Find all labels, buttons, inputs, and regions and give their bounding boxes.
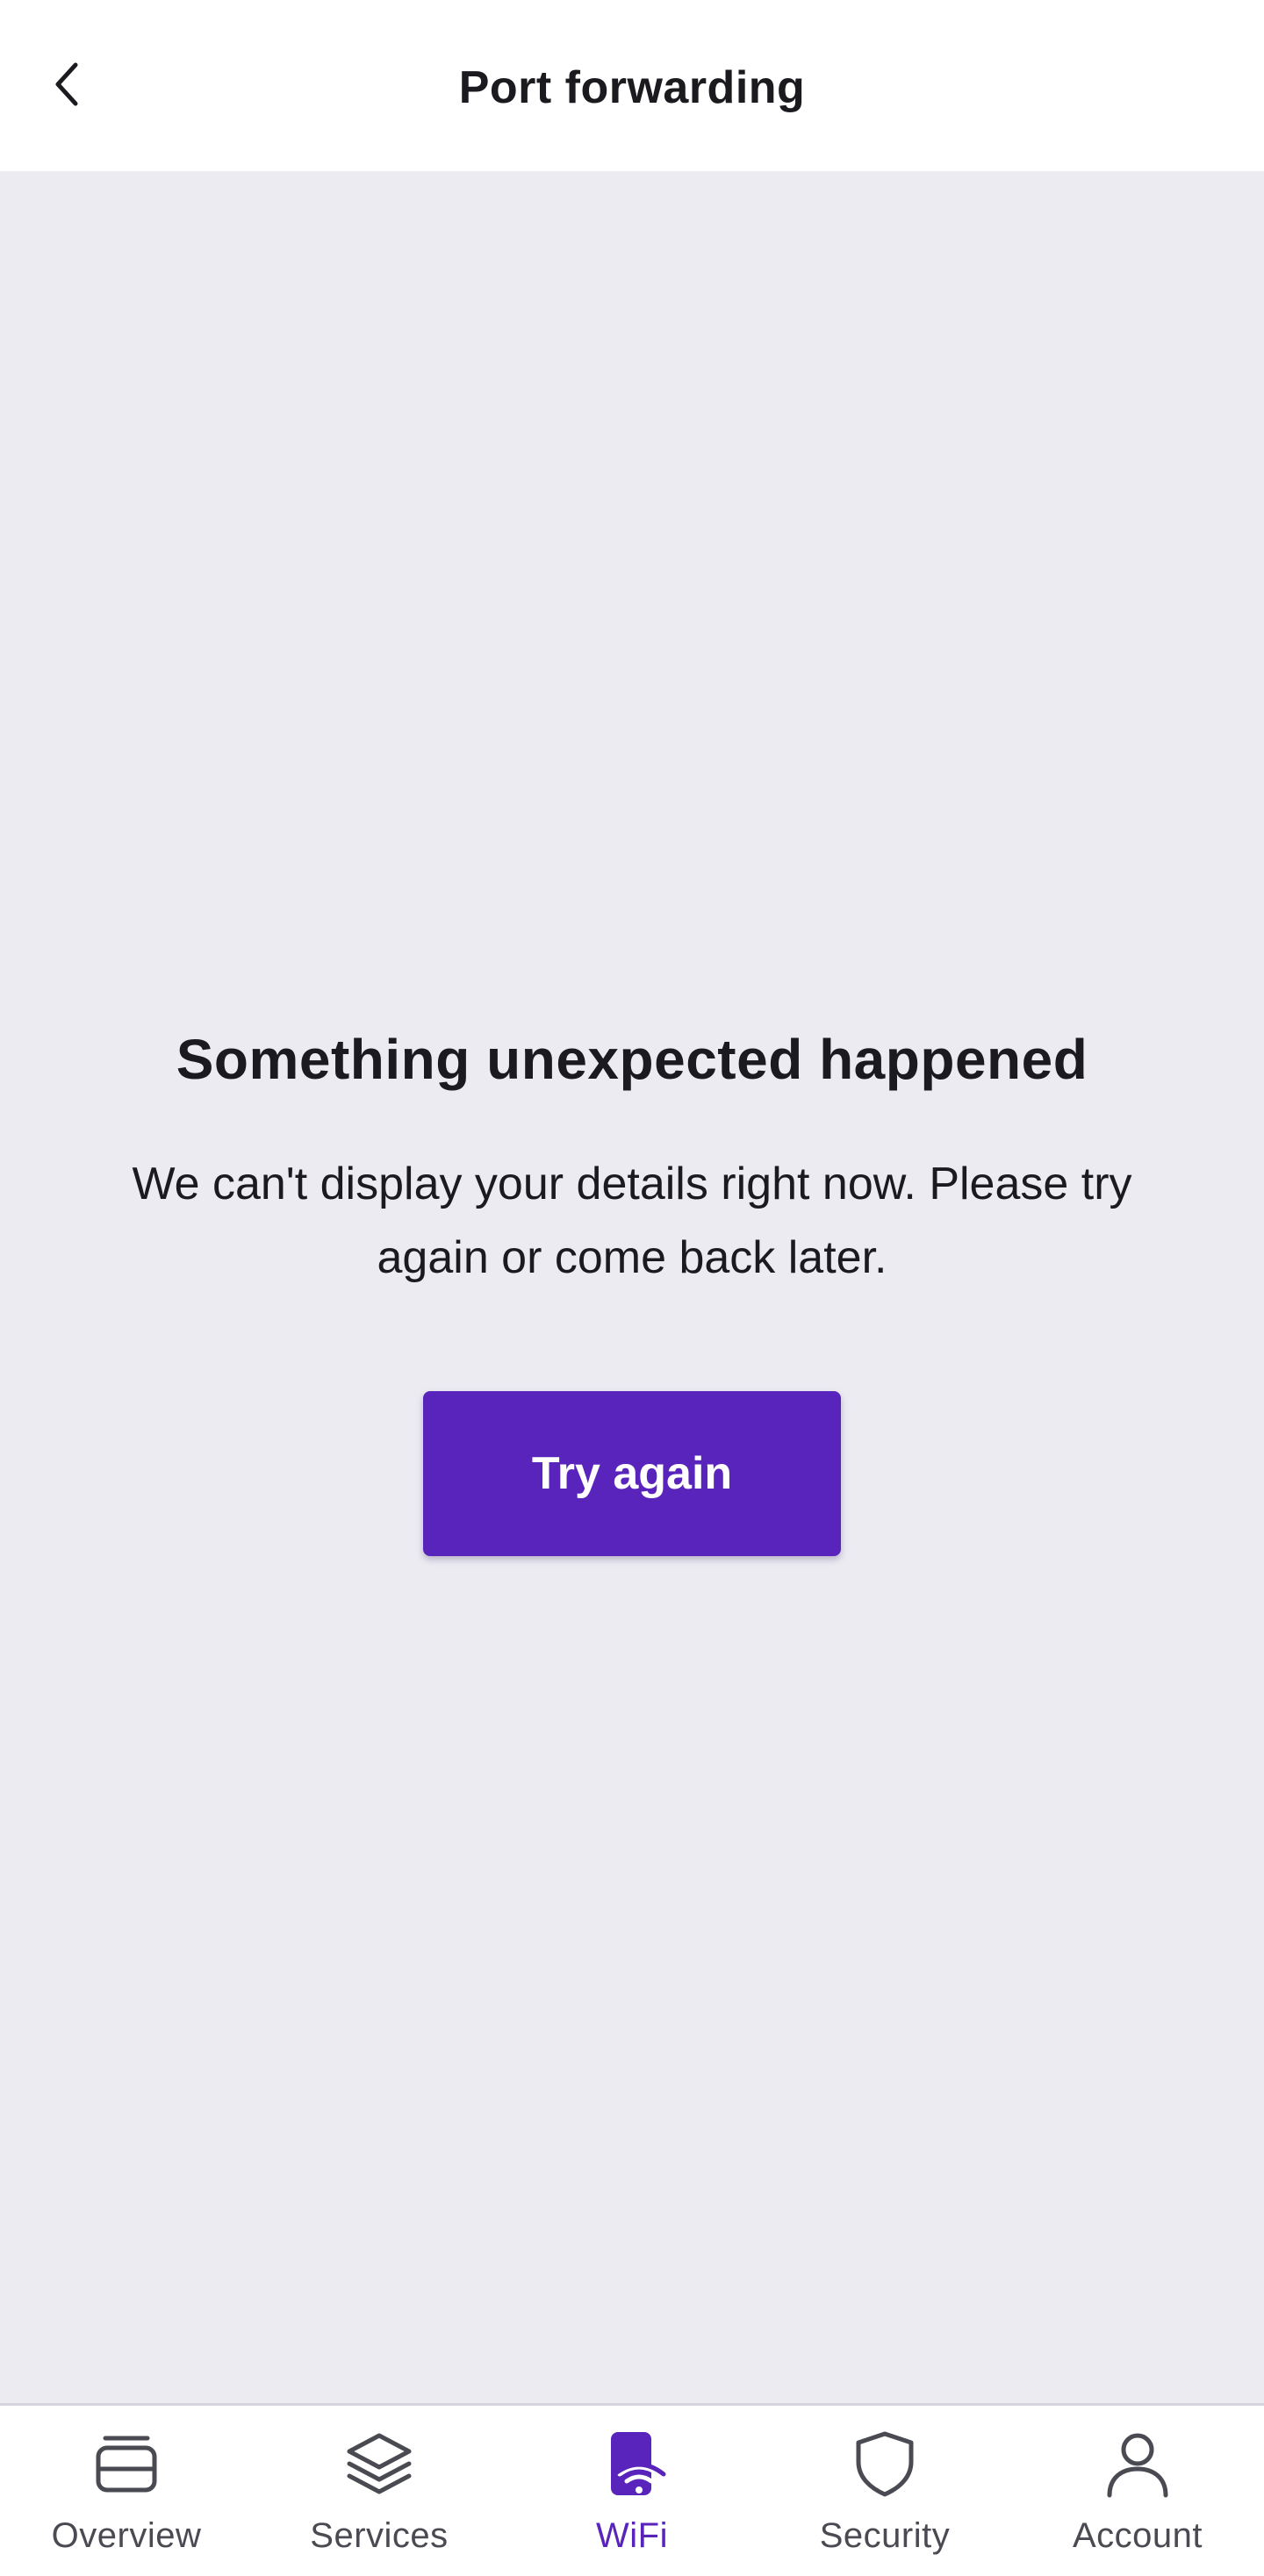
nav-item-wifi[interactable]: WiFi — [506, 2406, 758, 2576]
wifi-phone-icon — [611, 2432, 666, 2495]
overview-icon — [96, 2436, 157, 2493]
main-content: Something unexpected happened We can't d… — [0, 171, 1264, 2403]
nav-item-overview[interactable]: Overview — [0, 2406, 253, 2576]
nav-item-account[interactable]: Account — [1011, 2406, 1264, 2576]
try-again-button[interactable]: Try again — [423, 1391, 841, 1556]
error-title: Something unexpected happened — [176, 1028, 1088, 1091]
nav-item-security[interactable]: Security — [758, 2406, 1011, 2576]
bottom-nav: Overview Services WiFi Security Account — [0, 2403, 1264, 2576]
layers-icon — [347, 2433, 412, 2494]
page-title: Port forwarding — [458, 62, 806, 113]
nav-label-account: Account — [1072, 2516, 1203, 2555]
nav-item-services[interactable]: Services — [253, 2406, 506, 2576]
nav-label-services: Services — [310, 2516, 449, 2555]
person-icon — [1107, 2433, 1168, 2498]
app-header: Port forwarding — [0, 0, 1264, 171]
nav-label-wifi: WiFi — [596, 2516, 668, 2555]
nav-label-overview: Overview — [51, 2516, 202, 2555]
shield-icon — [856, 2431, 914, 2497]
error-message: We can't display your details right now.… — [132, 1159, 1132, 1283]
nav-label-security: Security — [819, 2516, 951, 2555]
